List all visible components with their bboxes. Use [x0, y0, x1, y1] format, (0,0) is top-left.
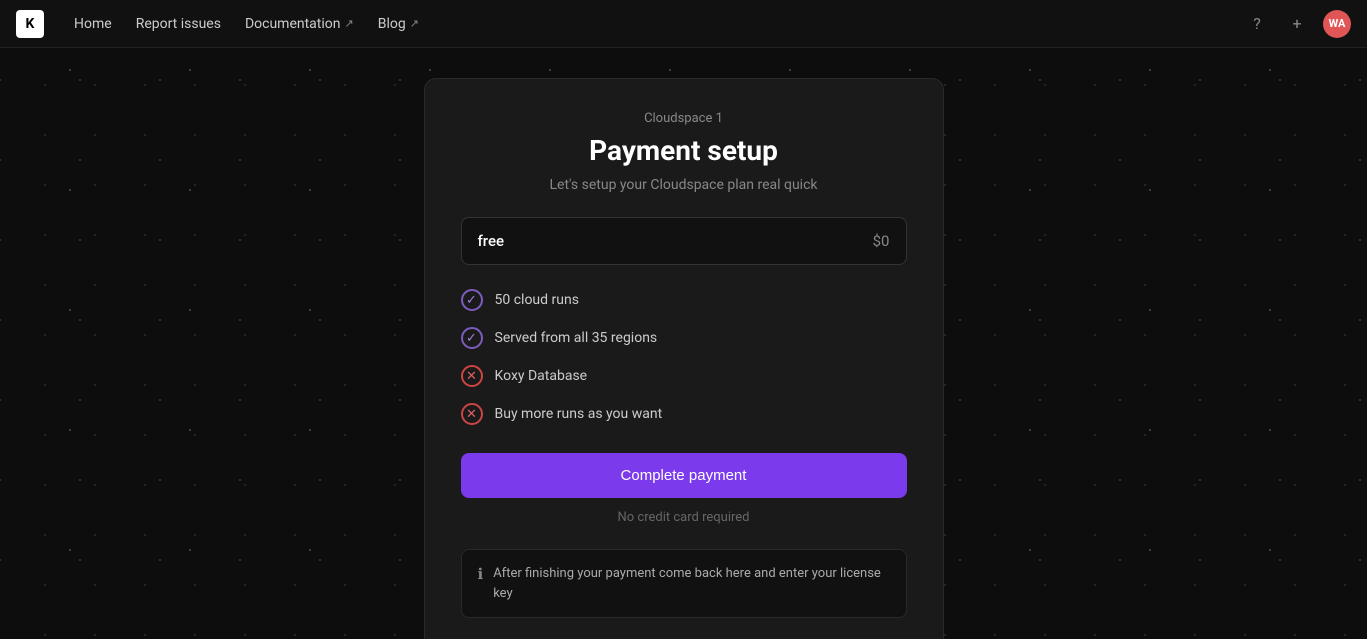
check-icon: ✓	[461, 327, 483, 349]
feature-item: ✓ Served from all 35 regions	[461, 327, 907, 349]
help-icon: ?	[1253, 14, 1261, 33]
external-link-icon: ↗	[345, 17, 354, 30]
feature-text: Koxy Database	[495, 368, 588, 384]
navbar: K Home Report issues Documentation ↗ Blo…	[0, 0, 1367, 48]
cross-icon: ✕	[461, 403, 483, 425]
info-icon: ℹ	[478, 565, 484, 583]
cloudspace-label: Cloudspace 1	[644, 111, 723, 126]
nav-right: ? + WA	[1243, 10, 1351, 38]
no-credit-label: No credit card required	[618, 510, 750, 525]
plan-name: free	[478, 232, 505, 250]
nav-links: Home Report issues Documentation ↗ Blog …	[64, 10, 1243, 38]
info-box: ℹ After finishing your payment come back…	[461, 549, 907, 618]
features-list: ✓ 50 cloud runs ✓ Served from all 35 reg…	[461, 289, 907, 425]
add-button[interactable]: +	[1283, 10, 1311, 38]
main-content: Cloudspace 1 Payment setup Let's setup y…	[0, 48, 1367, 639]
feature-text: 50 cloud runs	[495, 292, 579, 308]
page-subtitle: Let's setup your Cloudspace plan real qu…	[549, 177, 817, 193]
avatar[interactable]: WA	[1323, 10, 1351, 38]
nav-report-issues[interactable]: Report issues	[126, 10, 231, 38]
feature-item: ✓ 50 cloud runs	[461, 289, 907, 311]
nav-home[interactable]: Home	[64, 10, 122, 38]
page-title: Payment setup	[589, 134, 778, 167]
check-icon: ✓	[461, 289, 483, 311]
external-link-icon: ↗	[410, 17, 419, 30]
plan-price: $0	[873, 232, 890, 250]
help-button[interactable]: ?	[1243, 10, 1271, 38]
cross-icon: ✕	[461, 365, 483, 387]
nav-logo[interactable]: K	[16, 10, 44, 38]
info-text: After finishing your payment come back h…	[493, 564, 889, 603]
nav-documentation[interactable]: Documentation ↗	[235, 10, 364, 38]
complete-payment-button[interactable]: Complete payment	[461, 453, 907, 498]
feature-item: ✕ Koxy Database	[461, 365, 907, 387]
payment-card: Cloudspace 1 Payment setup Let's setup y…	[424, 78, 944, 639]
plus-icon: +	[1292, 14, 1301, 33]
feature-text: Served from all 35 regions	[495, 330, 658, 346]
nav-blog[interactable]: Blog ↗	[368, 10, 429, 38]
feature-item: ✕ Buy more runs as you want	[461, 403, 907, 425]
plan-selector[interactable]: free $0	[461, 217, 907, 265]
feature-text: Buy more runs as you want	[495, 406, 663, 422]
